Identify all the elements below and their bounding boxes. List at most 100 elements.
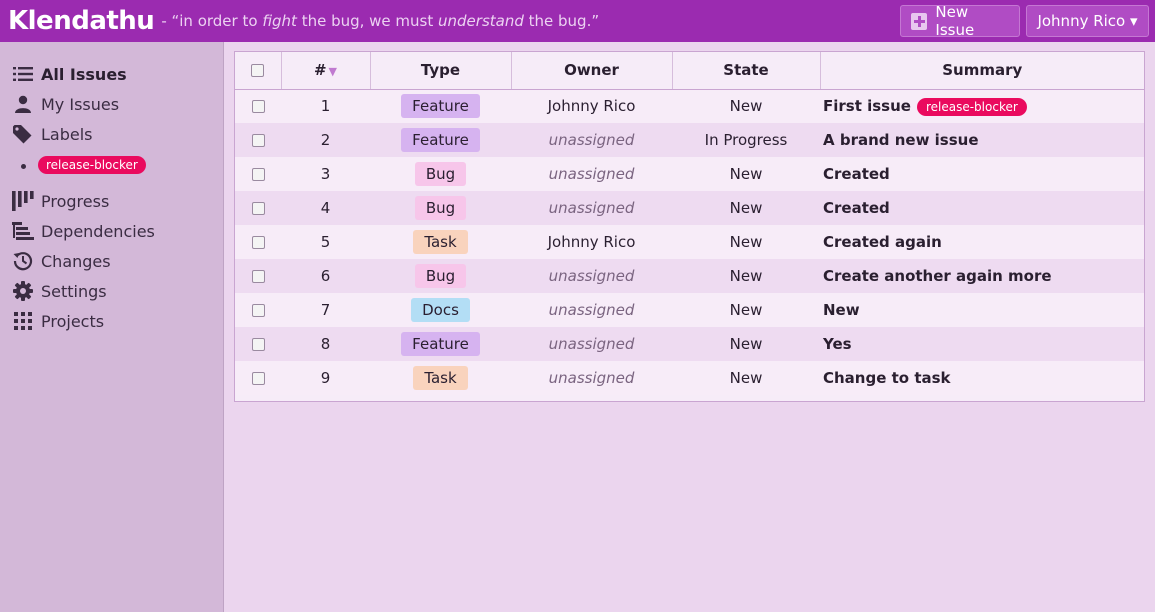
issue-owner: unassigned	[548, 131, 635, 149]
select-all-checkbox[interactable]	[251, 64, 265, 78]
issue-summary-cell: A brand new issue	[820, 123, 1144, 157]
sidebar-item-label: Labels	[41, 124, 93, 144]
sidebar-label-release-blocker[interactable]: release-blocker	[38, 156, 146, 174]
row-select-cell	[235, 293, 281, 327]
issue-owner: unassigned	[548, 267, 635, 285]
issue-summary-link[interactable]: Create another again more	[823, 267, 1052, 285]
table-row[interactable]: 1 Feature Johnny Rico New First issue release…	[235, 89, 1144, 123]
issue-owner: Johnny Rico	[547, 97, 636, 116]
row-checkbox[interactable]	[251, 168, 265, 181]
issue-type-badge: Docs	[411, 298, 470, 322]
issue-type-badge: Feature	[401, 128, 480, 152]
sidebar-item-my-issues[interactable]: My Issues	[12, 94, 119, 114]
issue-owner: unassigned	[548, 335, 635, 353]
user-menu-label: Johnny Rico ▾	[1037, 12, 1138, 30]
issue-owner: unassigned	[548, 165, 635, 183]
sidebar-item-settings[interactable]: Settings	[12, 281, 107, 301]
row-checkbox[interactable]	[251, 270, 265, 283]
issue-label-release-blocker[interactable]: release-blocker	[916, 97, 1027, 116]
column-header-state[interactable]: State	[672, 52, 821, 90]
table-row[interactable]: 6 Bug unassigned New Create another again mo…	[235, 259, 1144, 293]
sidebar-item-dependencies[interactable]: Dependencies	[12, 221, 155, 241]
sidebar-item-changes[interactable]: Changes	[12, 251, 111, 271]
user-menu-button[interactable]: Johnny Rico ▾	[1026, 5, 1149, 37]
sidebar-item-labels[interactable]: Labels	[12, 124, 93, 144]
tag-icon	[12, 124, 34, 144]
row-checkbox[interactable]	[251, 134, 265, 147]
column-header-owner[interactable]: Owner	[511, 52, 673, 90]
row-select-cell	[235, 191, 281, 225]
issue-type-badge: Task	[413, 366, 468, 390]
table-row[interactable]: 3 Bug unassigned New Created	[235, 157, 1144, 191]
table-row[interactable]: 8 Feature unassigned New Yes	[235, 327, 1144, 361]
issue-type-cell: Feature	[370, 327, 511, 361]
issue-type-badge: Bug	[414, 264, 467, 288]
issue-summary-cell: First issue release-blocker	[820, 89, 1144, 123]
row-select-cell	[235, 123, 281, 157]
sidebar-item-label: Progress	[41, 191, 110, 211]
issue-summary-link[interactable]: Change to task	[823, 369, 951, 387]
row-select-cell	[235, 157, 281, 191]
issue-summary-cell: Yes	[820, 327, 1144, 361]
issue-number: 5	[320, 233, 331, 251]
sidebar-item-label: My Issues	[41, 94, 120, 114]
issues-table: # ▼ Type Owner State Summary 1 Feature John…	[234, 51, 1145, 402]
issue-type-cell: Task	[370, 225, 511, 259]
issue-summary-link[interactable]: New	[823, 301, 860, 319]
row-select-cell	[235, 259, 281, 293]
table-row[interactable]: 9 Task unassigned New Change to task	[235, 361, 1144, 395]
app-logo[interactable]: Klendathu	[8, 6, 155, 36]
row-select-cell	[235, 225, 281, 259]
issue-state: In Progress	[704, 131, 788, 149]
issue-state: New	[729, 165, 763, 183]
issue-type-cell: Bug	[370, 157, 511, 191]
sidebar-item-projects[interactable]: Projects	[12, 311, 104, 331]
person-icon	[12, 94, 34, 114]
column-header-type[interactable]: Type	[370, 52, 512, 90]
issue-state: New	[729, 233, 763, 251]
row-checkbox[interactable]	[251, 202, 265, 215]
issue-summary-cell: Change to task	[820, 361, 1144, 395]
issue-summary-link[interactable]: Created again	[823, 233, 942, 251]
issue-state: New	[729, 335, 763, 353]
issue-type-cell: Docs	[370, 293, 511, 327]
issue-number: 2	[320, 131, 331, 149]
issue-summary-link[interactable]: Created	[823, 165, 890, 183]
sidebar-item-all-issues[interactable]: All Issues	[12, 64, 127, 84]
row-checkbox[interactable]	[251, 372, 265, 385]
row-checkbox[interactable]	[251, 236, 265, 249]
column-header-number[interactable]: # ▼	[281, 52, 371, 90]
sidebar-item-label: All Issues	[41, 64, 127, 84]
issue-type-badge: Feature	[401, 332, 480, 356]
row-checkbox[interactable]	[251, 304, 265, 317]
sidebar-item-label: Changes	[41, 251, 111, 271]
plus-icon	[911, 12, 928, 30]
row-checkbox[interactable]	[251, 338, 265, 351]
new-issue-label: New Issue	[935, 3, 975, 39]
table-row[interactable]: 2 Feature unassigned In Progress A brand new…	[235, 123, 1144, 157]
issue-type-badge: Task	[413, 230, 468, 254]
issue-summary-cell: Create another again more	[820, 259, 1144, 293]
issue-summary-link[interactable]: Created	[823, 199, 890, 217]
column-header-summary[interactable]: Summary	[820, 52, 1144, 90]
issue-summary-link[interactable]: A brand new issue	[823, 131, 979, 149]
table-row[interactable]: 4 Bug unassigned New Created	[235, 191, 1144, 225]
history-icon	[12, 251, 34, 271]
row-checkbox[interactable]	[251, 100, 265, 114]
issue-number: 8	[320, 335, 331, 353]
issue-type-cell: Feature	[370, 89, 511, 123]
issue-state: New	[729, 267, 763, 285]
sidebar-item-label: Settings	[41, 281, 107, 301]
sidebar-item-progress[interactable]: Progress	[12, 191, 109, 211]
row-select-cell	[235, 89, 281, 123]
issue-summary-link[interactable]: First issue	[823, 97, 911, 115]
issue-owner: Johnny Rico	[547, 233, 636, 251]
top-bar: Klendathu - “in order to fight the bug, …	[0, 0, 1155, 42]
table-row[interactable]: 5 Task Johnny Rico New Created again	[235, 225, 1144, 259]
row-select-cell	[235, 361, 281, 395]
issue-summary-link[interactable]: Yes	[823, 335, 852, 353]
issue-type-badge: Bug	[414, 162, 467, 186]
gear-icon	[12, 281, 34, 301]
table-row[interactable]: 7 Docs unassigned New New	[235, 293, 1144, 327]
new-issue-button[interactable]: New Issue	[900, 3, 1020, 39]
